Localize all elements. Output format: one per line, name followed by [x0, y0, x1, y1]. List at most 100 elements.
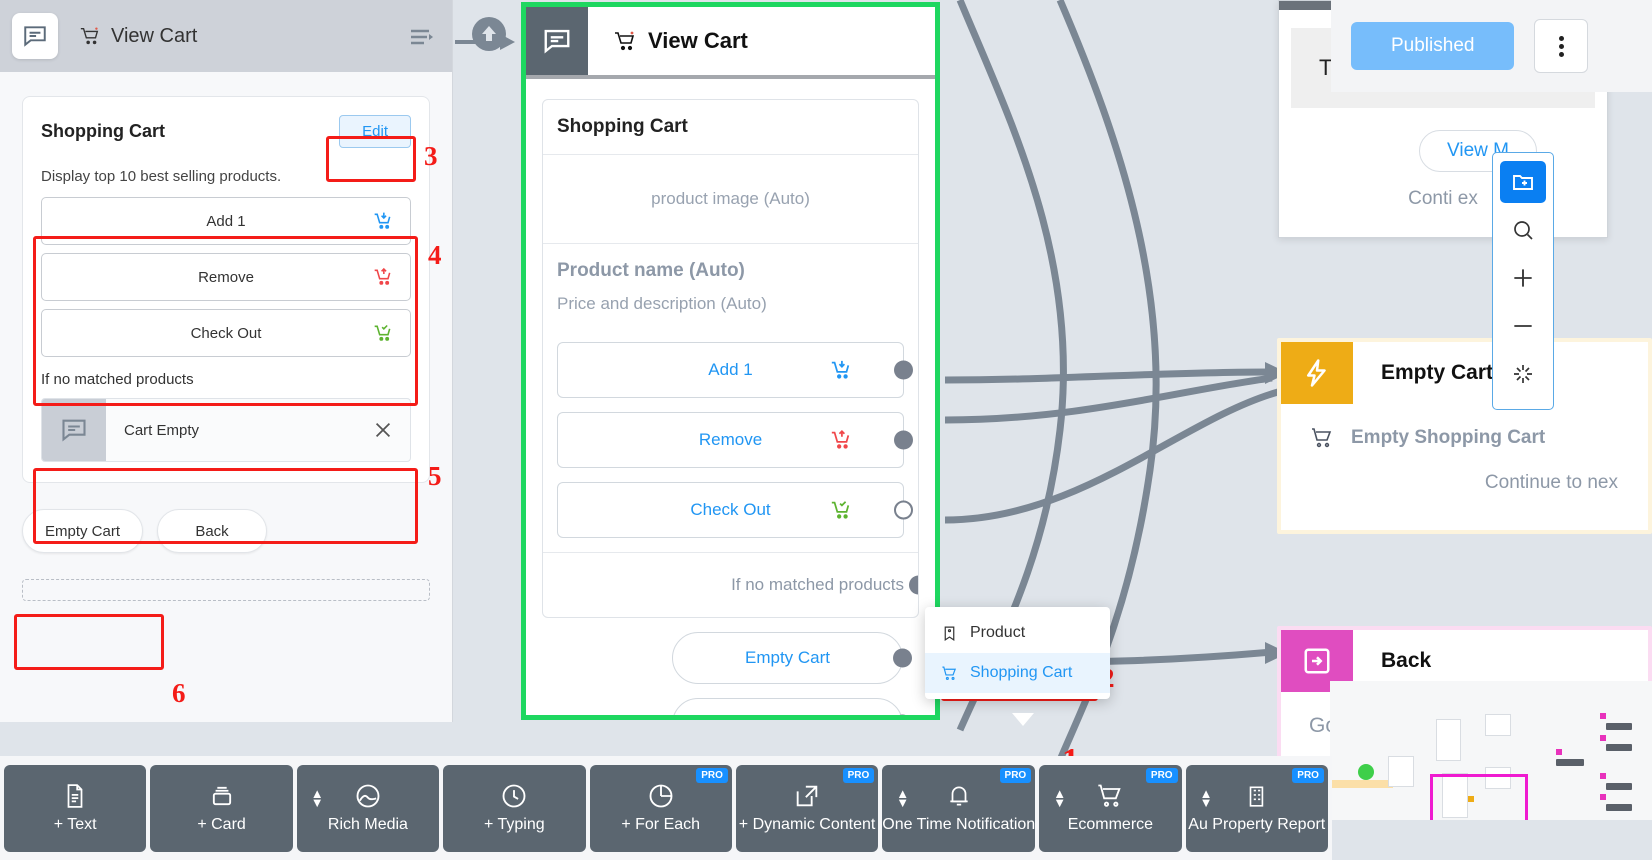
connector-dot[interactable]: [894, 361, 913, 380]
cart-outline-icon: [1309, 426, 1335, 450]
sort-handle-icon[interactable]: ▲▼: [1053, 789, 1066, 807]
preview-product-image-placeholder: product image (Auto): [543, 155, 918, 243]
palette-item-for-each[interactable]: PRO + For Each: [590, 765, 732, 852]
zoom-in-icon[interactable]: [1500, 257, 1546, 299]
minimap-node: [1485, 714, 1511, 736]
option-button-label: Check Out: [191, 325, 262, 342]
canvas-minimap[interactable]: [1330, 681, 1652, 820]
palette-item-typing[interactable]: + Typing: [443, 765, 585, 852]
publish-button[interactable]: Published: [1351, 22, 1514, 70]
fallback-block-cart-empty[interactable]: Cart Empty: [41, 398, 411, 462]
preview-button-label: Remove: [699, 430, 762, 450]
palette-item-text[interactable]: + Text: [4, 765, 146, 852]
connector-dot[interactable]: [893, 715, 912, 721]
preview-button-check-out[interactable]: Check Out: [557, 482, 904, 538]
palette-item-card[interactable]: + Card: [150, 765, 292, 852]
kebab-icon[interactable]: [1534, 19, 1588, 73]
minimap-bar: [1606, 783, 1632, 790]
palette-item-ecommerce[interactable]: PRO ▲▼ Ecommerce: [1039, 765, 1181, 852]
node-action-label: Empty Shopping Cart: [1351, 427, 1545, 449]
preview-node-title: View Cart: [648, 28, 748, 54]
minimap-node: [1600, 773, 1606, 779]
preview-button-remove[interactable]: Remove: [557, 412, 904, 468]
sort-handle-icon[interactable]: ▲▼: [1200, 789, 1213, 807]
search-icon[interactable]: [1500, 209, 1546, 251]
minimap-node: [1600, 794, 1606, 800]
context-menu-tail: [1012, 713, 1034, 726]
connector-dot[interactable]: [894, 501, 913, 520]
zoom-out-icon[interactable]: [1500, 305, 1546, 347]
building-icon: [1244, 782, 1270, 810]
canvas-zoom-toolbar: [1492, 152, 1554, 410]
add-button-dropzone[interactable]: [22, 579, 430, 601]
option-button-add-1[interactable]: Add 1: [41, 197, 411, 245]
tag-icon: [941, 625, 958, 642]
cart-check-icon: [829, 499, 853, 521]
context-menu-item-shopping-cart[interactable]: Shopping Cart: [925, 653, 1110, 693]
close-icon[interactable]: [372, 399, 410, 461]
annotation-number-6: 6: [172, 678, 186, 709]
palette-item-label: + For Each: [621, 816, 700, 834]
node-continue-text: Conti ex: [1279, 188, 1607, 210]
option-button-check-out[interactable]: Check Out: [41, 309, 411, 357]
minimap-node: [1556, 749, 1562, 755]
cart-remove-icon: [829, 429, 853, 451]
annotation-number-3: 3: [424, 141, 438, 172]
section-description: Display top 10 best selling products.: [41, 168, 411, 185]
image-icon: [354, 782, 382, 810]
cart-outline-icon: [941, 665, 958, 682]
node-continue-text: Continue to nex: [1281, 450, 1648, 494]
palette-item-label: + Text: [54, 816, 97, 834]
footer-button-back[interactable]: Back: [157, 509, 267, 553]
option-button-label: Remove: [198, 269, 254, 286]
cart-remove-icon: [372, 267, 394, 287]
shopping-cart-icon: [78, 25, 102, 47]
preview-product-name: Product name (Auto): [557, 260, 904, 282]
connector-dot[interactable]: [909, 576, 919, 595]
palette-item-dynamic-content[interactable]: PRO + Dynamic Content: [736, 765, 878, 852]
connector-dot[interactable]: [894, 431, 913, 450]
palette-item-rich-media[interactable]: ▲▼ Rich Media: [297, 765, 439, 852]
editor-panel-title: View Cart: [111, 25, 197, 48]
minimap-viewport[interactable]: [1430, 774, 1528, 820]
minimap-node: [1600, 735, 1606, 741]
preview-pill-label: Back: [769, 714, 807, 720]
top-action-bar: Published: [1331, 0, 1652, 92]
shopping-cart-icon: [612, 29, 638, 53]
context-menu-item-product[interactable]: Product: [925, 613, 1110, 653]
minimap-bar: [1606, 723, 1632, 730]
connector-dot[interactable]: [893, 649, 912, 668]
palette-item-label: + Dynamic Content: [739, 816, 876, 834]
context-menu-label: Product: [970, 624, 1025, 642]
pro-badge: PRO: [1000, 768, 1032, 783]
preview-button-label: Add 1: [708, 360, 752, 380]
palette-item-label: Rich Media: [328, 816, 408, 834]
node-title: Back: [1381, 649, 1431, 673]
preview-pill-back[interactable]: Back: [672, 698, 903, 720]
sort-handle-icon[interactable]: ▲▼: [311, 789, 324, 807]
preview-pill-empty-cart[interactable]: Empty Cart: [672, 632, 903, 684]
edit-button[interactable]: Edit: [339, 115, 411, 148]
preview-button-add-1[interactable]: Add 1: [557, 342, 904, 398]
new-folder-icon[interactable]: [1500, 161, 1546, 203]
canvas-node-empty-cart[interactable]: Empty Cart Empty Shopping Cart Continue …: [1277, 338, 1652, 534]
minimap-bar: [1330, 780, 1393, 788]
minimap-node: [1388, 756, 1414, 787]
preview-card-title: Shopping Cart: [557, 116, 904, 138]
node-editor-panel: View Cart Shopping Cart Edit Display top…: [0, 0, 453, 722]
pro-badge: PRO: [843, 768, 875, 783]
cart-check-icon: [372, 323, 394, 343]
sort-handle-icon[interactable]: ▲▼: [896, 789, 909, 807]
selected-flow-node-view-cart[interactable]: View Cart Shopping Cart product image (A…: [521, 2, 940, 720]
hamburger-icon[interactable]: [410, 28, 434, 46]
minimap-node: [1600, 713, 1606, 719]
palette-item-one-time-notification[interactable]: PRO ▲▼ One Time Notification: [882, 765, 1035, 852]
bell-icon: [946, 782, 972, 810]
external-link-icon: [793, 782, 821, 810]
palette-item-au-property-report[interactable]: PRO ▲▼ Au Property Report: [1186, 765, 1328, 852]
preview-no-match-row: If no matched products: [543, 553, 918, 617]
footer-button-empty-cart[interactable]: Empty Cart: [22, 509, 143, 553]
pro-badge: PRO: [1146, 768, 1178, 783]
fit-view-icon[interactable]: [1500, 353, 1546, 395]
option-button-remove[interactable]: Remove: [41, 253, 411, 301]
